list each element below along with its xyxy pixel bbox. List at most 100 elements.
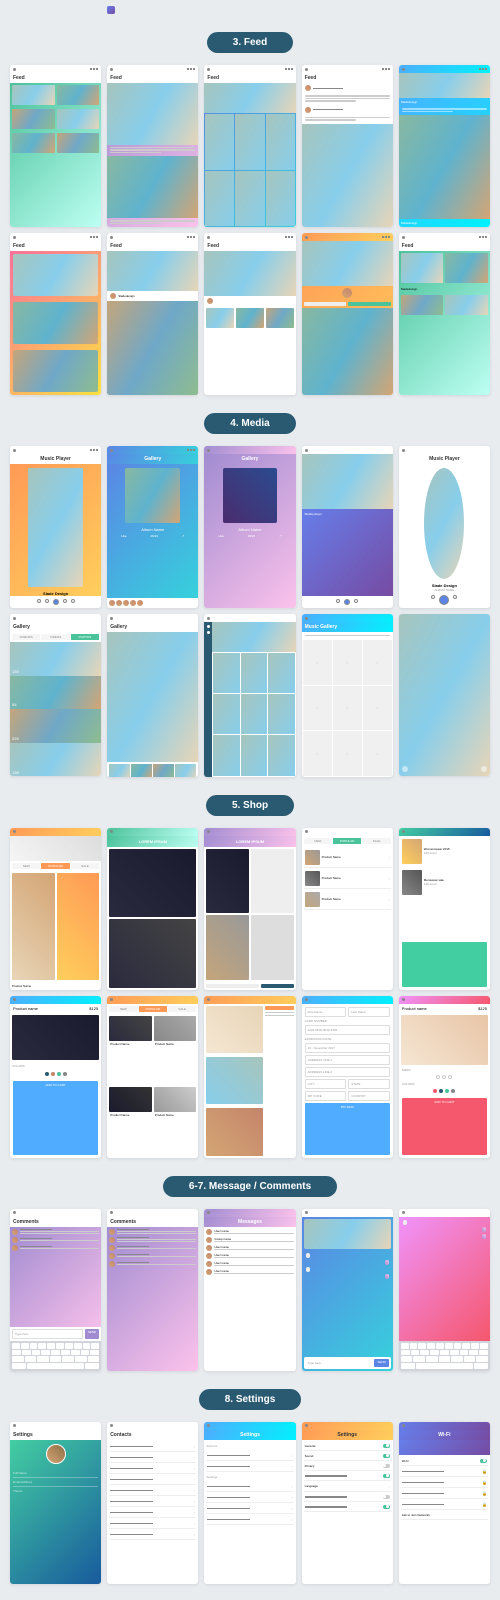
next-icon[interactable] — [453, 595, 457, 599]
card-number-field[interactable]: 1234-5678-9012-3456 — [305, 1025, 390, 1035]
tab-popular[interactable]: POPULAR — [333, 838, 361, 844]
menu-icon[interactable] — [187, 449, 195, 451]
back-icon[interactable] — [207, 1424, 210, 1427]
back-icon[interactable] — [305, 830, 308, 833]
play-icon[interactable] — [439, 595, 449, 605]
list-item[interactable]: 🔒 — [401, 1478, 488, 1488]
play-icon[interactable] — [53, 599, 59, 605]
list-item[interactable]: › — [109, 1442, 196, 1452]
list-item[interactable]: › — [206, 1451, 293, 1461]
back-icon[interactable] — [207, 236, 210, 239]
list-item[interactable]: › — [109, 1464, 196, 1474]
menu-icon[interactable] — [285, 236, 293, 238]
expiration-field[interactable]: 23 - November 2017 — [305, 1043, 390, 1053]
back-icon[interactable] — [402, 998, 405, 1001]
tab-new[interactable]: NEW — [304, 838, 332, 844]
list-item[interactable]: › — [206, 1482, 293, 1492]
message-input[interactable]: Type here — [306, 1359, 373, 1367]
menu-icon[interactable] — [90, 236, 98, 238]
list-item[interactable]: 🔒 — [401, 1467, 488, 1477]
back-icon[interactable] — [402, 236, 405, 239]
play-icon[interactable] — [344, 599, 350, 605]
back-icon[interactable] — [402, 1211, 405, 1214]
address2-field[interactable]: ADDRESS LINE 2 — [305, 1067, 390, 1077]
menu-icon[interactable] — [187, 68, 195, 70]
tab-new[interactable]: NEW — [12, 863, 40, 869]
toggle[interactable] — [383, 1454, 390, 1458]
add-to-cart-button[interactable]: ADD TO CART — [13, 1081, 98, 1155]
send-button[interactable]: SEND — [374, 1359, 388, 1367]
back-icon[interactable] — [110, 68, 113, 71]
menu-icon[interactable] — [479, 68, 487, 70]
toggle[interactable] — [383, 1495, 390, 1499]
chevron-right-icon[interactable]: › — [388, 855, 389, 860]
buy-button[interactable] — [265, 1006, 293, 1010]
back-icon[interactable] — [13, 998, 16, 1001]
back-icon[interactable] — [402, 1424, 405, 1427]
menu-icon[interactable] — [382, 68, 390, 70]
list-item[interactable]: › — [109, 1475, 196, 1485]
menu-icon[interactable] — [479, 236, 487, 238]
city-field[interactable]: CITY — [305, 1079, 347, 1089]
back-icon[interactable] — [110, 1424, 113, 1427]
back-icon[interactable] — [207, 68, 210, 71]
follow-button[interactable] — [304, 302, 347, 306]
message-input[interactable]: Type here — [12, 1329, 83, 1339]
menu-icon[interactable] — [90, 449, 98, 451]
tab-photos[interactable]: PHOTOS — [71, 634, 99, 640]
list-item[interactable]: › — [206, 1504, 293, 1514]
toggle[interactable] — [383, 1464, 390, 1468]
rewind-icon[interactable] — [45, 599, 49, 603]
message-button[interactable] — [348, 302, 391, 306]
back-icon[interactable] — [13, 1424, 16, 1427]
avatar[interactable] — [46, 1444, 66, 1464]
back-icon[interactable] — [110, 1211, 113, 1214]
keyboard[interactable] — [399, 1341, 490, 1371]
back-icon[interactable] — [305, 1211, 308, 1214]
back-icon[interactable] — [110, 830, 113, 833]
keyboard[interactable] — [10, 1341, 101, 1371]
back-icon[interactable] — [110, 998, 113, 1001]
tab-sale[interactable]: SALE — [362, 838, 390, 844]
back-icon[interactable] — [305, 68, 308, 71]
zip-field[interactable]: ZIP CODE — [305, 1091, 347, 1101]
back-icon[interactable] — [305, 449, 308, 452]
send-button[interactable]: SEND — [85, 1329, 99, 1339]
action-button[interactable] — [402, 942, 487, 987]
prev-icon[interactable] — [37, 599, 41, 603]
menu-icon[interactable] — [187, 236, 195, 238]
back-icon[interactable] — [305, 1424, 308, 1427]
country-field[interactable]: COUNTRY — [348, 1091, 390, 1101]
back-icon[interactable] — [110, 449, 113, 452]
back-icon[interactable] — [110, 236, 113, 239]
back-icon[interactable] — [207, 830, 210, 833]
add-to-cart-button[interactable]: ADD TO CART — [402, 1098, 487, 1155]
tab-friends[interactable]: FRIENDS — [12, 634, 40, 640]
back-icon[interactable] — [305, 236, 308, 239]
buy-button[interactable] — [261, 984, 294, 988]
menu-icon[interactable] — [285, 68, 293, 70]
list-item[interactable]: 🔒 — [401, 1489, 488, 1499]
list-item[interactable]: › — [206, 1493, 293, 1503]
toggle[interactable] — [480, 1459, 487, 1463]
first-name-field[interactable]: First Name — [305, 1007, 347, 1017]
prev-icon[interactable] — [431, 595, 435, 599]
back-icon[interactable] — [402, 830, 405, 833]
toggle[interactable] — [383, 1505, 390, 1509]
nav-icon[interactable] — [207, 625, 210, 628]
next-icon[interactable] — [71, 599, 75, 603]
state-field[interactable]: STATE — [348, 1079, 390, 1089]
toggle[interactable] — [383, 1474, 390, 1478]
like-button[interactable]: Like — [121, 534, 127, 538]
tab-sale[interactable]: SALE — [71, 863, 99, 869]
back-icon[interactable] — [402, 449, 405, 452]
prev-icon[interactable] — [402, 766, 408, 772]
toggle[interactable] — [383, 1444, 390, 1448]
back-icon[interactable] — [305, 998, 308, 1001]
back-icon[interactable] — [13, 830, 16, 833]
list-item[interactable]: › — [109, 1519, 196, 1529]
back-icon[interactable] — [207, 449, 210, 452]
back-icon[interactable] — [13, 236, 16, 239]
list-item[interactable]: › — [109, 1453, 196, 1463]
back-icon[interactable] — [13, 617, 16, 620]
